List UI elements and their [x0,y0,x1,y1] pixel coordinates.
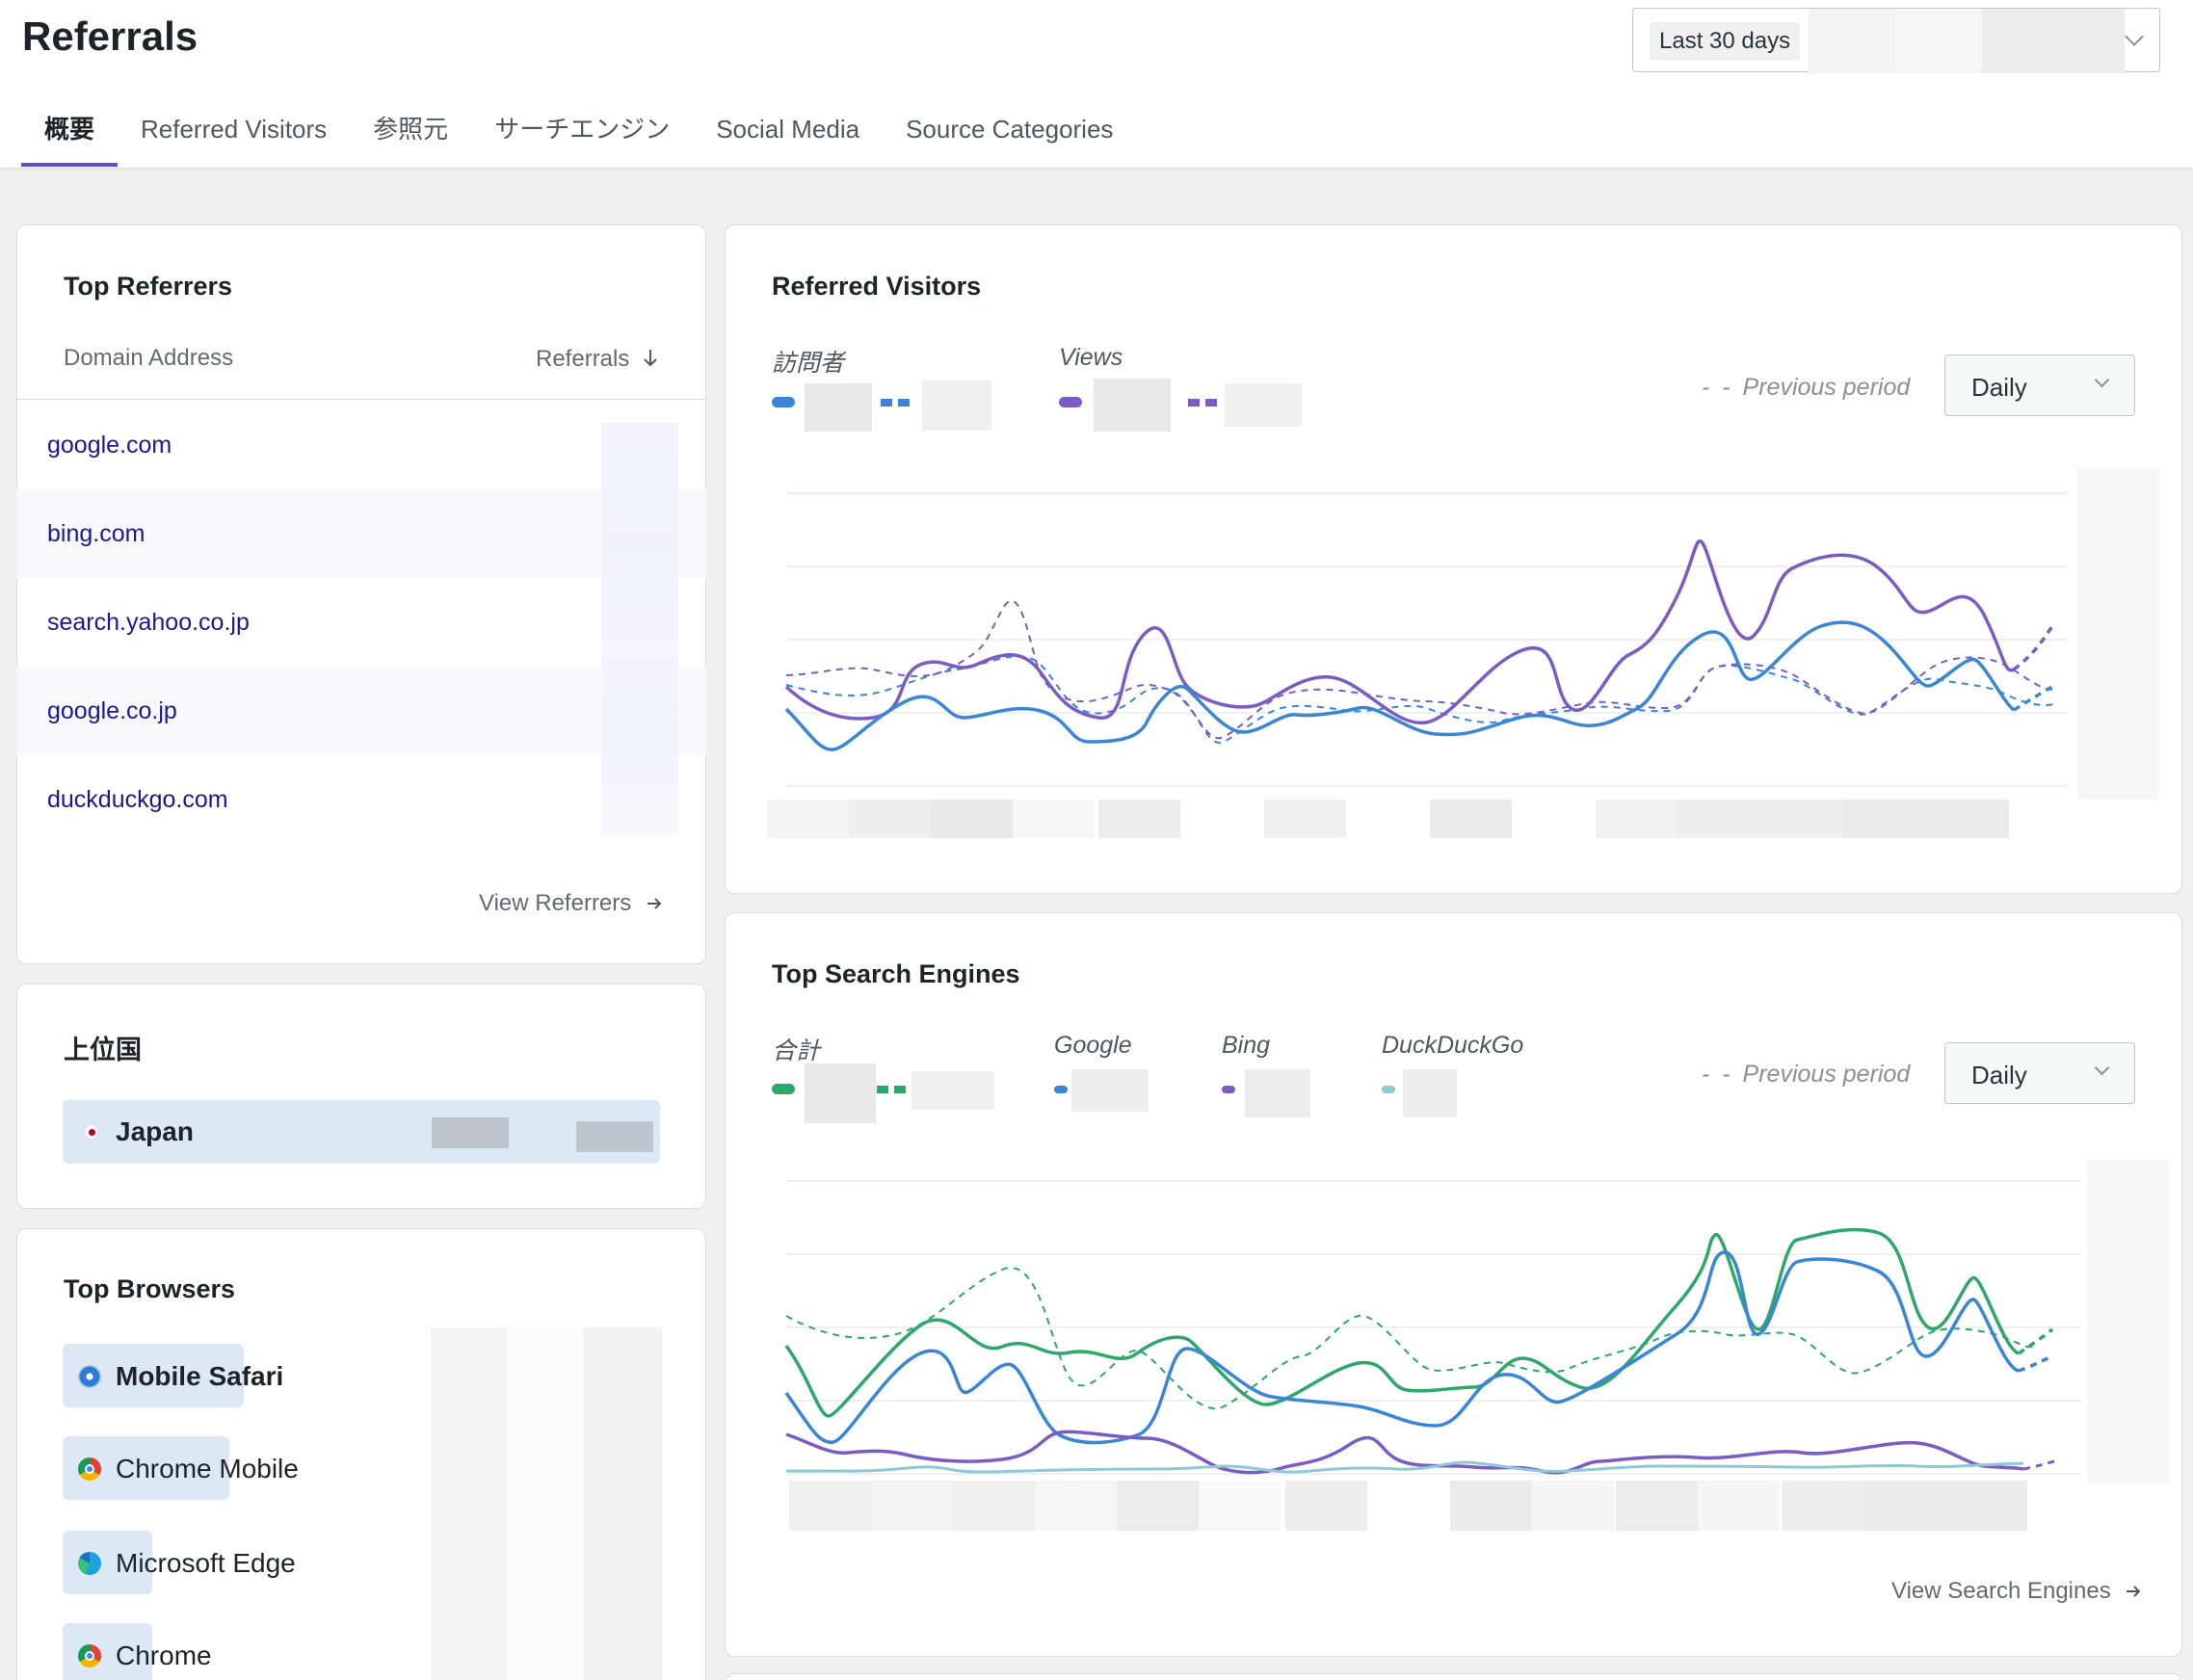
google-line-projection [2018,1354,2053,1373]
arrow-right-icon [2127,1586,2141,1597]
top-search-engines-chart [784,1160,2169,1531]
view-search-engines-link[interactable]: View Search Engines [1891,1578,2141,1605]
x-axis-label-blur [789,1160,2169,1531]
next-card-edge [725,1673,2182,1680]
gridlines [786,1180,2081,1475]
google-line [784,1250,2020,1445]
view-search-engines-label: View Search Engines [1891,1578,2111,1604]
bing-line-projection [2022,1458,2058,1471]
total-line-projection [2018,1327,2054,1355]
